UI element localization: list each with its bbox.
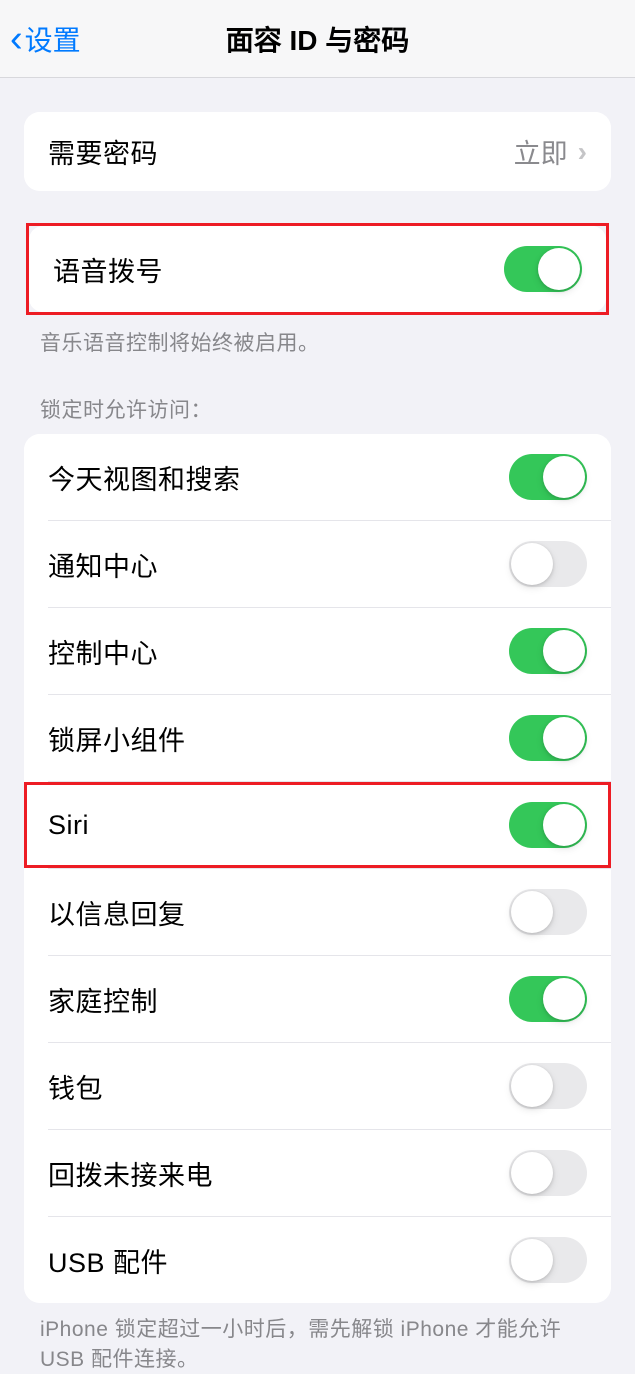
lock-access-label: 控制中心 bbox=[48, 632, 158, 671]
lock-access-toggle[interactable] bbox=[509, 454, 587, 500]
page-title: 面容 ID 与密码 bbox=[226, 19, 410, 59]
lock-access-label: 回拨未接来电 bbox=[48, 1154, 213, 1193]
voice-dial-label: 语音拨号 bbox=[53, 250, 163, 289]
lock-access-header: 锁定时允许访问： bbox=[0, 358, 635, 434]
lock-access-group: 今天视图和搜索通知中心控制中心锁屏小组件 Siri 以信息回复家庭控制钱包回拨未接来… bbox=[24, 434, 611, 1303]
lock-access-label: Siri bbox=[48, 810, 89, 841]
lock-access-label: 家庭控制 bbox=[48, 980, 158, 1019]
lock-access-toggle[interactable] bbox=[509, 541, 587, 587]
voice-dial-highlight: 语音拨号 bbox=[24, 221, 611, 317]
lock-access-row: 今天视图和搜索 bbox=[24, 434, 611, 520]
lock-access-row: Siri bbox=[24, 782, 611, 868]
require-passcode-label: 需要密码 bbox=[48, 132, 158, 171]
voice-dial-toggle[interactable] bbox=[504, 246, 582, 292]
voice-dial-row: 语音拨号 bbox=[29, 226, 606, 312]
lock-access-label: 今天视图和搜索 bbox=[48, 458, 241, 497]
lock-access-label: 通知中心 bbox=[48, 545, 158, 584]
back-button[interactable]: ‹ 设置 bbox=[0, 19, 81, 59]
lock-access-toggle[interactable] bbox=[509, 715, 587, 761]
lock-access-label: 锁屏小组件 bbox=[48, 719, 186, 758]
lock-access-row: USB 配件 bbox=[24, 1217, 611, 1303]
lock-access-toggle[interactable] bbox=[509, 1063, 587, 1109]
back-label: 设置 bbox=[25, 19, 81, 59]
chevron-left-icon: ‹ bbox=[10, 20, 23, 58]
require-passcode-value: 立即 bbox=[514, 132, 568, 171]
lock-access-toggle[interactable] bbox=[509, 802, 587, 848]
lock-access-row: 钱包 bbox=[24, 1043, 611, 1129]
lock-access-row: 通知中心 bbox=[24, 521, 611, 607]
lock-access-row: 控制中心 bbox=[24, 608, 611, 694]
chevron-right-icon: › bbox=[578, 136, 587, 168]
navigation-bar: ‹ 设置 面容 ID 与密码 bbox=[0, 0, 635, 78]
require-passcode-group: 需要密码 立即 › bbox=[24, 112, 611, 191]
lock-access-row: 锁屏小组件 bbox=[24, 695, 611, 781]
require-passcode-row[interactable]: 需要密码 立即 › bbox=[24, 112, 611, 191]
lock-access-row: 以信息回复 bbox=[24, 869, 611, 955]
lock-access-toggle[interactable] bbox=[509, 1150, 587, 1196]
lock-access-toggle[interactable] bbox=[509, 976, 587, 1022]
lock-access-toggle[interactable] bbox=[509, 1237, 587, 1283]
lock-access-toggle[interactable] bbox=[509, 889, 587, 935]
lock-access-row: 家庭控制 bbox=[24, 956, 611, 1042]
lock-access-row: 回拨未接来电 bbox=[24, 1130, 611, 1216]
lock-access-label: USB 配件 bbox=[48, 1241, 168, 1280]
lock-access-label: 钱包 bbox=[48, 1067, 103, 1106]
lock-access-label: 以信息回复 bbox=[48, 893, 186, 932]
voice-dial-footer: 音乐语音控制将始终被启用。 bbox=[0, 317, 635, 358]
lock-access-footer: iPhone 锁定超过一小时后，需先解锁 iPhone 才能允许USB 配件连接… bbox=[0, 1303, 635, 1374]
lock-access-toggle[interactable] bbox=[509, 628, 587, 674]
